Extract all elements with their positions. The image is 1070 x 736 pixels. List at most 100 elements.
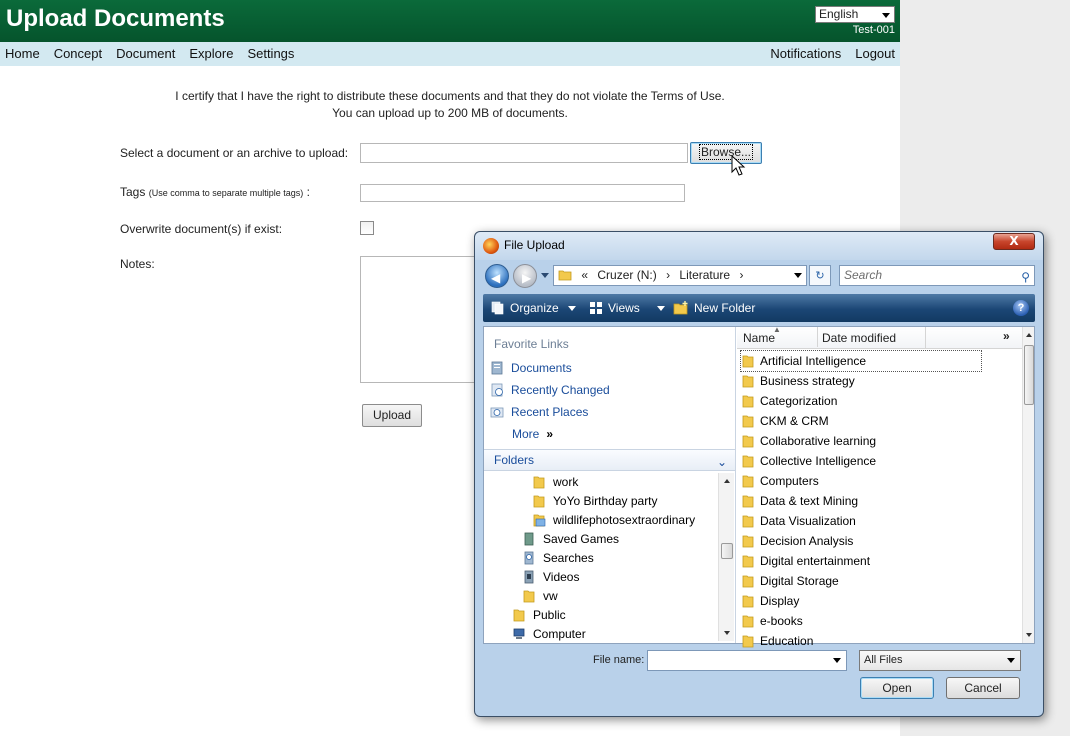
- search-input[interactable]: Search ⚲: [839, 265, 1035, 286]
- tree-item-videos[interactable]: Videos: [522, 570, 579, 584]
- views-button[interactable]: Views: [589, 301, 665, 315]
- file-type-select[interactable]: All Files: [859, 650, 1021, 671]
- close-button[interactable]: X: [993, 233, 1035, 250]
- chevron-down-icon[interactable]: [833, 658, 841, 663]
- file-list-item[interactable]: CKM & CRM: [741, 411, 981, 431]
- upload-button[interactable]: Upload: [362, 404, 422, 427]
- scroll-up-icon[interactable]: [724, 479, 730, 483]
- tree-item-wildlife[interactable]: wildlifephotosextraordinary: [532, 513, 695, 527]
- tree-item-vw[interactable]: vw: [522, 589, 558, 603]
- folder-icon: [523, 590, 535, 603]
- address-separator[interactable]: ›: [666, 268, 670, 282]
- folder-icon: [742, 375, 754, 388]
- nav-home[interactable]: Home: [5, 46, 40, 61]
- double-chevron-icon: »: [546, 427, 554, 441]
- cancel-button[interactable]: Cancel: [946, 677, 1020, 699]
- scroll-up-icon[interactable]: [1026, 333, 1032, 337]
- file-list-item[interactable]: Business strategy: [741, 371, 981, 391]
- language-select[interactable]: English: [815, 6, 895, 23]
- chevron-down-icon: [656, 305, 665, 311]
- folder-icon: [742, 575, 754, 588]
- column-date-modified[interactable]: Date modified: [817, 327, 896, 347]
- search-placeholder: Search: [844, 268, 883, 282]
- scroll-down-icon[interactable]: [724, 631, 730, 635]
- file-list-item[interactable]: Artificial Intelligence: [740, 350, 982, 372]
- file-list-item[interactable]: Collective Intelligence: [741, 451, 981, 471]
- tree-item-computer[interactable]: Computer: [512, 627, 586, 641]
- column-name[interactable]: Name: [743, 331, 775, 345]
- file-list-item[interactable]: Decision Analysis: [741, 531, 981, 551]
- open-button[interactable]: Open: [860, 677, 934, 699]
- file-list-scrollbar[interactable]: [1022, 327, 1034, 643]
- new-folder-button[interactable]: New Folder: [673, 301, 755, 315]
- file-list-item[interactable]: Categorization: [741, 391, 981, 411]
- nav-logout[interactable]: Logout: [855, 46, 895, 61]
- chevron-down-icon: [1007, 658, 1015, 663]
- file-path-input[interactable]: [360, 143, 688, 163]
- chevron-down-icon[interactable]: [794, 273, 802, 278]
- scroll-thumb[interactable]: [1024, 345, 1034, 405]
- favorite-more[interactable]: More »: [512, 427, 553, 441]
- folder-icon: [742, 515, 754, 528]
- folder-icon: [742, 595, 754, 608]
- nav-concept[interactable]: Concept: [54, 46, 102, 61]
- address-drive[interactable]: Cruzer (N:): [597, 268, 656, 282]
- history-dropdown-icon[interactable]: [541, 273, 549, 278]
- dialog-titlebar[interactable]: File Upload X: [475, 232, 1043, 260]
- file-list-item[interactable]: e-books: [741, 611, 981, 631]
- organize-button[interactable]: Organize: [491, 301, 576, 315]
- favorite-recent-places[interactable]: Recent Places: [490, 405, 588, 419]
- nav-explore[interactable]: Explore: [189, 46, 233, 61]
- folders-header[interactable]: Folders ⌄: [484, 449, 735, 471]
- file-list-item[interactable]: Computers: [741, 471, 981, 491]
- file-list-item[interactable]: Data & text Mining: [741, 491, 981, 511]
- upload-limit-text: You can upload up to 200 MB of documents…: [332, 106, 568, 120]
- nav-notifications[interactable]: Notifications: [770, 46, 841, 61]
- favorite-recently-changed[interactable]: Recently Changed: [490, 383, 610, 397]
- folder-tree-scrollbar[interactable]: [718, 473, 734, 641]
- file-list-item[interactable]: Collaborative learning: [741, 431, 981, 451]
- nav-document[interactable]: Document: [116, 46, 175, 61]
- file-list-item[interactable]: Education: [741, 631, 981, 651]
- address-bar[interactable]: « Cruzer (N:) › Literature ›: [553, 265, 807, 286]
- file-list-item[interactable]: Data Visualization: [741, 511, 981, 531]
- tags-label-text: Tags: [120, 185, 146, 199]
- address-folder[interactable]: Literature: [679, 268, 730, 282]
- folder-icon: [742, 475, 754, 488]
- help-button[interactable]: ?: [1013, 300, 1029, 316]
- back-button[interactable]: ◀: [485, 264, 509, 288]
- file-name: Display: [760, 594, 800, 608]
- search-icon[interactable]: ⚲: [1021, 268, 1030, 287]
- scroll-thumb[interactable]: [721, 543, 733, 559]
- file-upload-dialog: File Upload X ◀ ▶ « Cruzer (N:) › Litera…: [474, 231, 1044, 717]
- tree-item-saved-games[interactable]: Saved Games: [522, 532, 619, 546]
- chevron-down-icon: [567, 305, 576, 311]
- tree-item-searches[interactable]: Searches: [522, 551, 594, 565]
- upload-label: Upload: [372, 408, 412, 422]
- overwrite-checkbox[interactable]: [360, 221, 374, 235]
- address-separator[interactable]: ›: [739, 268, 743, 282]
- folder-icon: [742, 415, 754, 428]
- file-name-input[interactable]: [647, 650, 847, 671]
- dialog-toolbar: Organize Views New Folder ?: [483, 294, 1035, 322]
- folders-header-label: Folders: [494, 453, 535, 467]
- favorite-documents[interactable]: Documents: [490, 361, 572, 375]
- tree-item-label: vw: [543, 589, 558, 603]
- tree-item-work[interactable]: work: [532, 475, 578, 489]
- file-list-item[interactable]: Digital entertainment: [741, 551, 981, 571]
- tags-input[interactable]: [360, 184, 685, 202]
- file-list-item[interactable]: Digital Storage: [741, 571, 981, 591]
- nav-settings[interactable]: Settings: [247, 46, 294, 61]
- browse-button[interactable]: Browse...: [690, 142, 762, 164]
- folder-icon: [558, 270, 572, 281]
- file-name: Business strategy: [760, 374, 855, 388]
- scroll-down-icon[interactable]: [1026, 633, 1032, 637]
- forward-button[interactable]: ▶: [513, 264, 537, 288]
- refresh-button[interactable]: ↻: [809, 265, 831, 286]
- more-columns-icon[interactable]: »: [1003, 329, 1010, 343]
- file-list-item[interactable]: Display: [741, 591, 981, 611]
- tree-item-label: Searches: [543, 551, 594, 565]
- tree-item-public[interactable]: Public: [512, 608, 566, 622]
- notes-textarea[interactable]: [360, 256, 490, 383]
- tree-item-yoyo[interactable]: YoYo Birthday party: [532, 494, 658, 508]
